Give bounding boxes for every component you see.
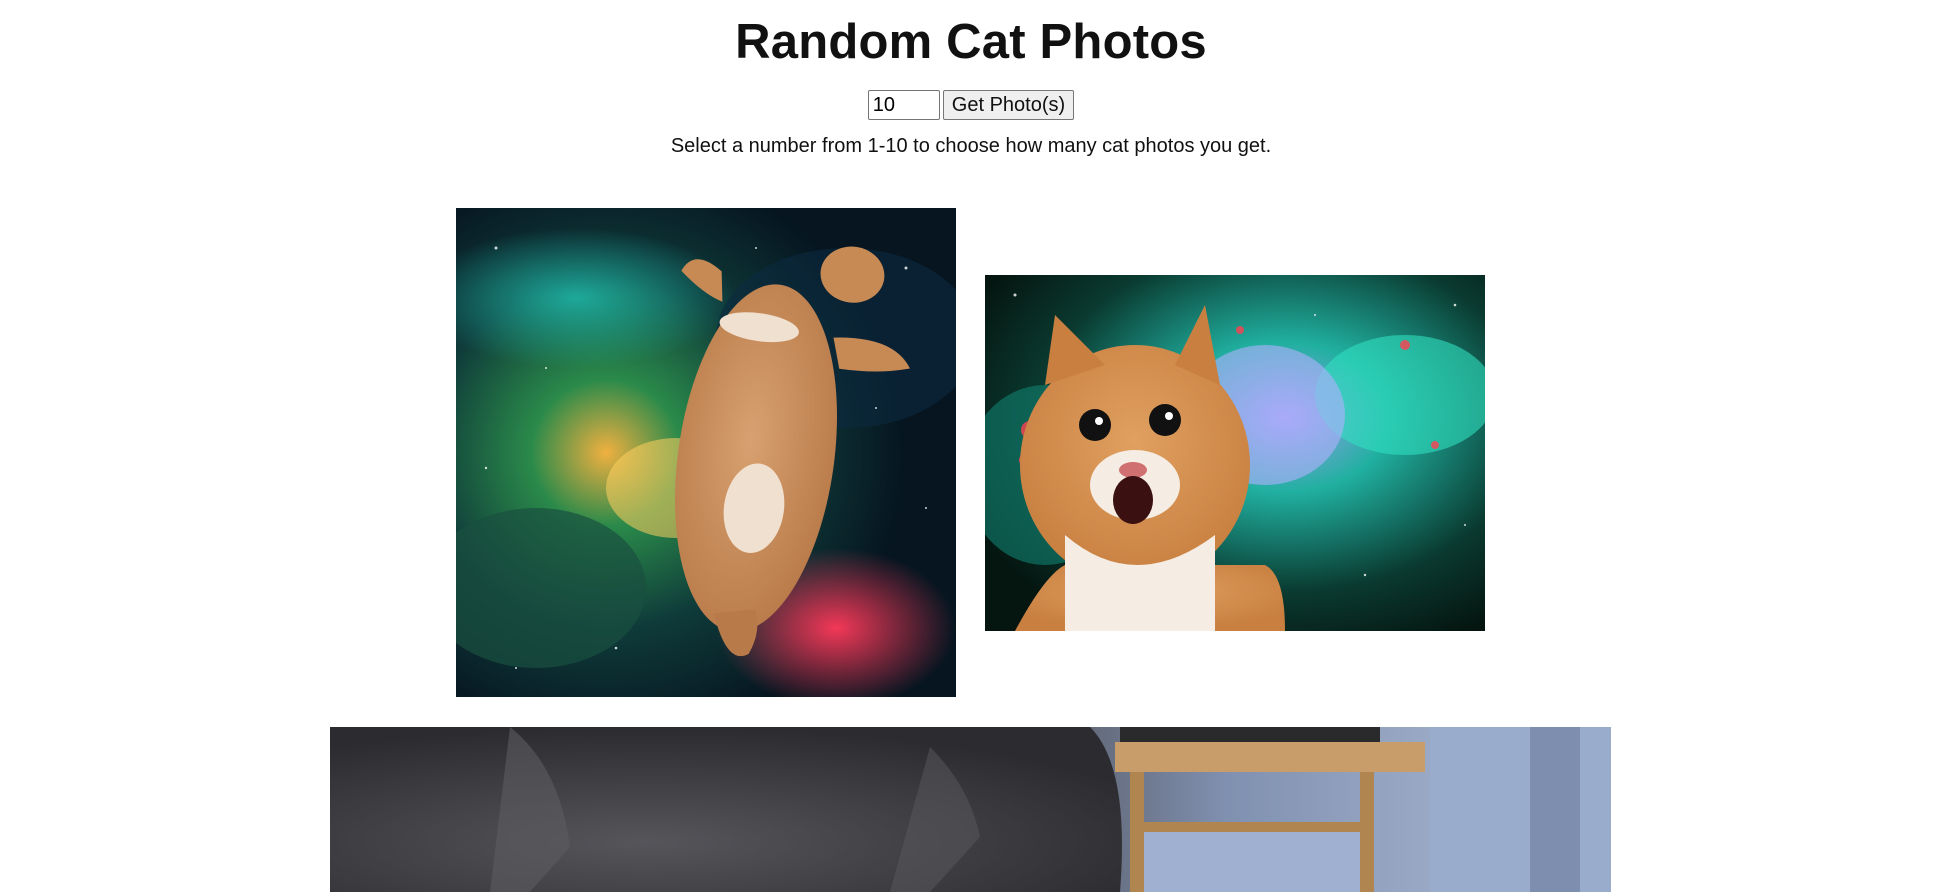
get-photos-button[interactable]: Get Photo(s) [942,90,1075,120]
cat-photo-3 [330,727,1611,892]
surprised-cat-in-space-photo [985,275,1485,631]
photo-count-input[interactable] [867,90,940,120]
cat-photo-1 [456,208,956,697]
cat-photo-2 [985,275,1485,631]
page: Random Cat Photos Get Photo(s) Select a … [0,0,1942,892]
cat-in-space-photo [456,208,956,697]
instructions-text: Select a number from 1-10 to choose how … [670,135,1272,157]
photo-controls: Get Photo(s) [0,90,1942,120]
page-title: Random Cat Photos [735,15,1207,69]
gray-cat-photo [330,727,1611,892]
